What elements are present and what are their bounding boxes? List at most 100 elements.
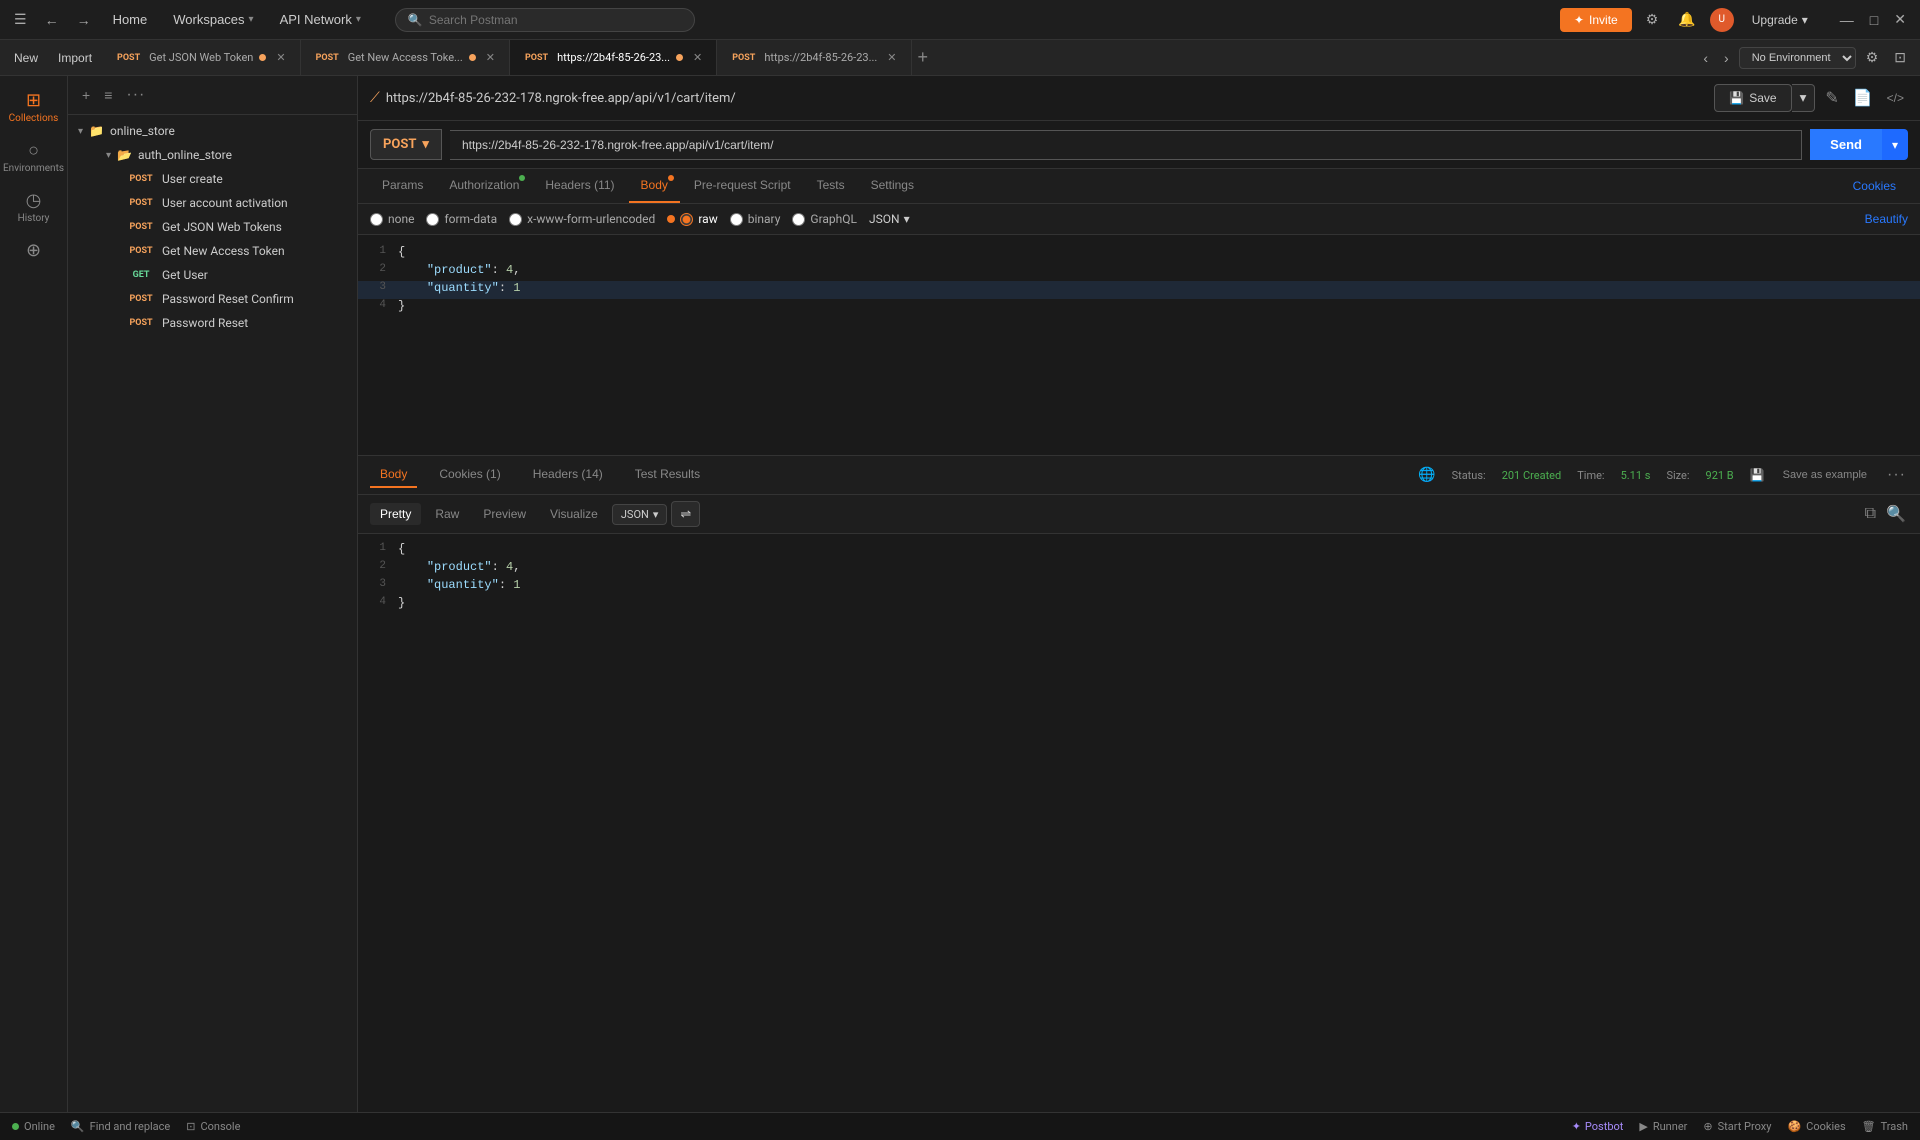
runner-status[interactable]: ▶ Runner [1639, 1120, 1687, 1133]
new-button[interactable]: New [4, 47, 48, 69]
online-status[interactable]: Online [12, 1120, 55, 1133]
request-body-editor[interactable]: 1 { 2 "product": 4, 3 "quantity": 1 4 } [358, 235, 1920, 455]
invite-button[interactable]: ✦ Invite [1560, 8, 1632, 32]
tab-close-2[interactable]: ✕ [484, 51, 497, 64]
tab-pre-request[interactable]: Pre-request Script [682, 169, 803, 203]
tab-close-1[interactable]: ✕ [274, 51, 287, 64]
send-dropdown-button[interactable]: ▾ [1882, 129, 1908, 160]
resp-sub-pretty[interactable]: Pretty [370, 503, 421, 525]
resp-tab-test-results[interactable]: Test Results [625, 462, 710, 488]
add-collection-button[interactable]: + [78, 85, 94, 105]
settings-button[interactable]: ⚙ [1640, 7, 1665, 32]
start-proxy-status[interactable]: ⊕ Start Proxy [1703, 1120, 1771, 1133]
notification-button[interactable]: 🔔 [1672, 7, 1701, 32]
minimize-button[interactable]: — [1834, 9, 1860, 30]
hamburger-menu-button[interactable]: ☰ [8, 7, 33, 32]
radio-none[interactable]: none [370, 212, 414, 226]
tabs-chevron-left[interactable]: ‹ [1697, 46, 1714, 70]
resp-tab-body[interactable]: Body [370, 462, 417, 488]
cookies-button[interactable]: Cookies [1841, 171, 1908, 201]
beautify-button[interactable]: Beautify [1865, 212, 1908, 226]
environment-select[interactable]: No Environment [1739, 47, 1856, 69]
more-collection-button[interactable]: ··· [122, 84, 149, 106]
console-status[interactable]: ⊡ Console [186, 1120, 240, 1133]
tree-collection-online-store[interactable]: ▾ 📁 online_store [68, 119, 357, 143]
workspace-settings-button[interactable]: ⊡ [1888, 45, 1912, 70]
tab-settings[interactable]: Settings [859, 169, 926, 203]
resp-search-button[interactable]: 🔍 [1884, 502, 1908, 526]
list-item[interactable]: POST Get New Access Token [116, 239, 357, 263]
collection-toggle[interactable]: ▾ [78, 126, 83, 137]
radio-graphql[interactable]: GraphQL [792, 212, 857, 226]
edit-request-button[interactable]: ✎ [1821, 84, 1842, 112]
close-button[interactable]: ✕ [1888, 9, 1912, 30]
tab-params[interactable]: Params [370, 169, 435, 203]
upgrade-button[interactable]: Upgrade ▾ [1742, 8, 1818, 32]
resp-format-select[interactable]: JSON ▾ [612, 504, 668, 525]
code-button[interactable]: </> [1883, 87, 1908, 109]
sidebar-item-collections[interactable]: ⊞ Collections [4, 84, 64, 130]
home-nav[interactable]: Home [103, 8, 158, 31]
response-more-button[interactable]: ··· [1885, 464, 1908, 486]
sidebar-item-environments[interactable]: ○ Environments [4, 134, 64, 180]
api-network-nav[interactable]: API Network ▾ [270, 8, 371, 31]
trash-status[interactable]: 🗑 Trash [1862, 1120, 1908, 1133]
list-item[interactable]: POST Password Reset Confirm [116, 287, 357, 311]
tab-close-3[interactable]: ✕ [691, 51, 704, 64]
resp-filter-button[interactable]: ⇌ [671, 501, 700, 527]
sort-collection-button[interactable]: ≡ [100, 85, 116, 105]
search-input[interactable] [429, 13, 682, 27]
env-settings-button[interactable]: ⚙ [1860, 45, 1885, 70]
list-item[interactable]: POST User account activation [116, 191, 357, 215]
radio-form-data[interactable]: form-data [426, 212, 497, 226]
url-display: ⟋ https://2b4f-85-26-232-178.ngrok-free.… [370, 90, 736, 106]
resp-sub-visualize[interactable]: Visualize [540, 503, 608, 525]
method-select[interactable]: POST ▾ [370, 129, 442, 160]
tab-headers[interactable]: Headers (11) [533, 169, 626, 203]
folder-toggle[interactable]: ▾ [106, 150, 111, 161]
tree-folder-auth[interactable]: ▾ 📂 auth_online_store [96, 143, 357, 167]
tab-3[interactable]: POST https://2b4f-85-26-23... ✕ [510, 40, 717, 75]
radio-raw[interactable]: raw [667, 212, 717, 226]
tab-2[interactable]: POST Get New Access Toke... ✕ [301, 40, 510, 75]
search-bar[interactable]: 🔍 [395, 8, 695, 32]
tab-tests[interactable]: Tests [805, 169, 857, 203]
resp-sub-raw[interactable]: Raw [425, 503, 469, 525]
workspaces-nav[interactable]: Workspaces ▾ [163, 8, 263, 31]
tab-authorization[interactable]: Authorization [437, 169, 531, 203]
sidebar-item-plugins[interactable]: ⊕ [4, 234, 64, 267]
back-button[interactable]: ← [39, 8, 65, 32]
maximize-button[interactable]: □ [1864, 9, 1884, 30]
find-replace-status[interactable]: 🔍 Find and replace [71, 1120, 170, 1133]
tab-4[interactable]: POST https://2b4f-85-26-23... ✕ [717, 40, 911, 75]
avatar[interactable]: U [1710, 8, 1734, 32]
list-item[interactable]: POST Get JSON Web Tokens [116, 215, 357, 239]
line-content-2: "product": 4, [398, 263, 520, 277]
tab-close-4[interactable]: ✕ [885, 51, 898, 64]
resp-tab-cookies[interactable]: Cookies (1) [429, 462, 510, 488]
doc-button[interactable]: 📄 [1849, 84, 1877, 112]
new-tab-button[interactable]: + [912, 40, 935, 75]
list-item[interactable]: POST Password Reset [116, 311, 357, 335]
radio-urlencoded[interactable]: x-www-form-urlencoded [509, 212, 655, 226]
tab-1[interactable]: POST Get JSON Web Token ✕ [102, 40, 301, 75]
json-format-select[interactable]: JSON ▾ [869, 212, 910, 226]
postbot-status[interactable]: ✦ Postbot [1572, 1120, 1624, 1133]
sidebar-item-history[interactable]: ◷ History [4, 184, 64, 230]
tab-body[interactable]: Body [629, 169, 680, 203]
url-input[interactable] [450, 130, 1802, 160]
list-item[interactable]: GET Get User [116, 263, 357, 287]
import-button[interactable]: Import [48, 47, 102, 69]
forward-button[interactable]: → [71, 8, 97, 32]
cookies-status[interactable]: 🍪 Cookies [1787, 1120, 1845, 1133]
save-button[interactable]: 💾 Save [1714, 84, 1791, 112]
save-as-example-button[interactable]: Save as example [1781, 467, 1869, 483]
list-item[interactable]: POST User create [116, 167, 357, 191]
save-dropdown-button[interactable]: ▾ [1792, 84, 1816, 112]
radio-binary[interactable]: binary [730, 212, 781, 226]
resp-sub-preview[interactable]: Preview [473, 503, 536, 525]
send-button[interactable]: Send [1810, 129, 1882, 160]
resp-tab-headers[interactable]: Headers (14) [523, 462, 613, 488]
tabs-chevron-right[interactable]: › [1718, 46, 1735, 70]
resp-copy-button[interactable]: ⧉ [1863, 502, 1878, 526]
